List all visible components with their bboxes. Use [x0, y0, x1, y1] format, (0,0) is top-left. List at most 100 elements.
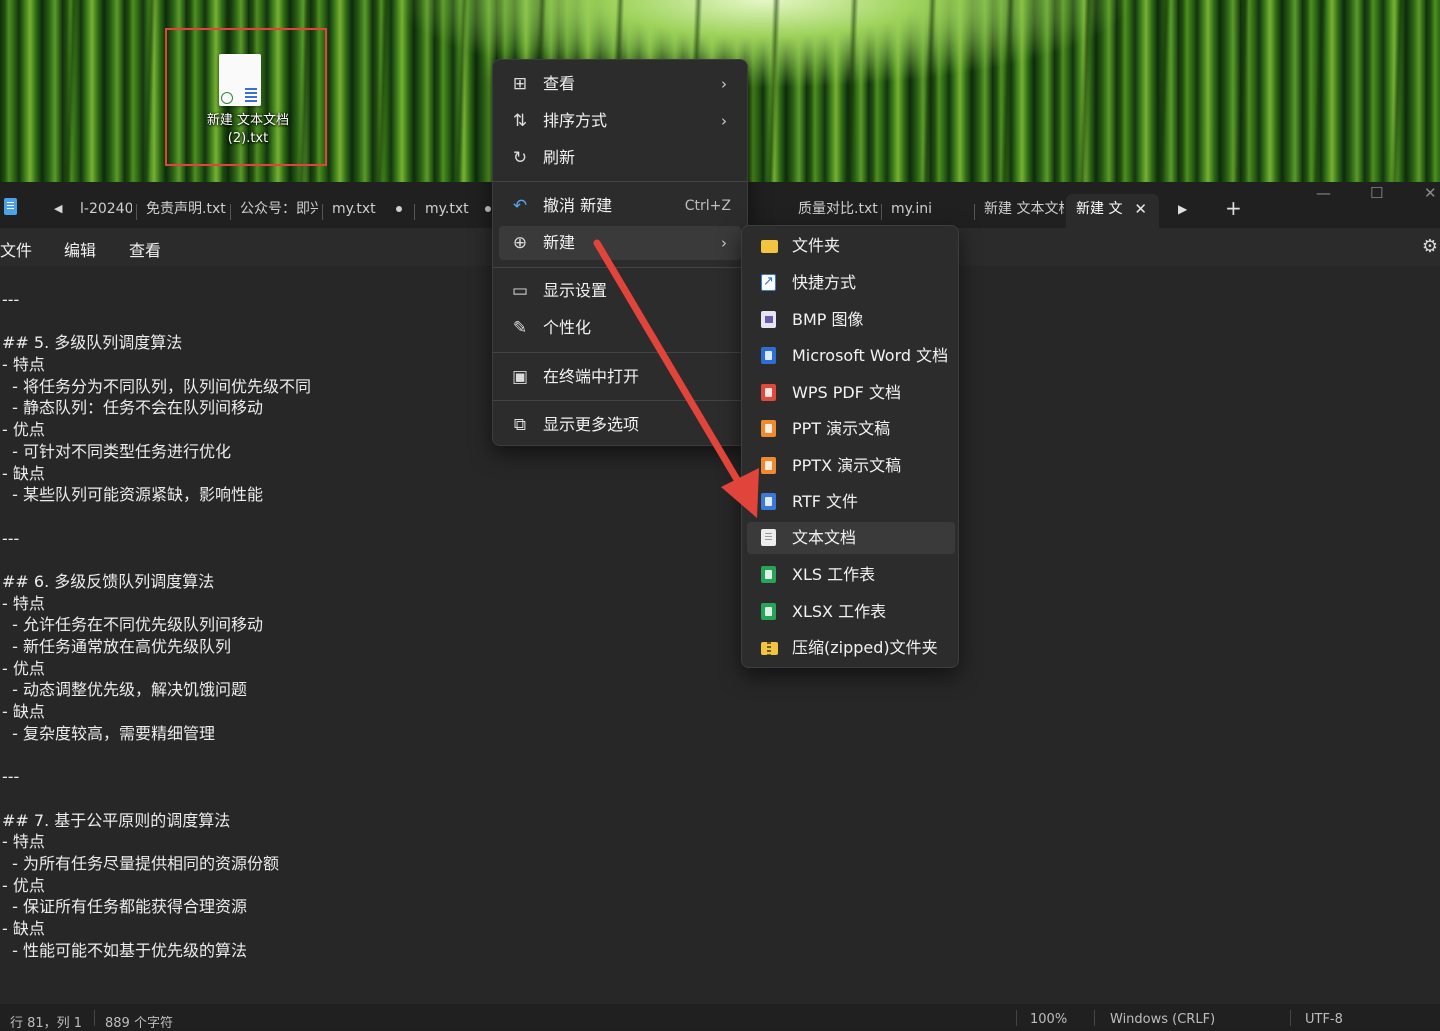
desktop-file-highlight[interactable]: 新建 文本文档 (2).txt [165, 28, 327, 166]
desktop-file-label: 新建 文本文档 (2).txt [206, 113, 290, 146]
tab[interactable]: 新建 文本文档 [984, 194, 1064, 228]
text-file-icon [219, 54, 261, 106]
submenu-item-label: 快捷方式 [792, 273, 857, 292]
menu-divider [493, 352, 747, 353]
notepad-lines-icon [245, 88, 257, 102]
add-tab-button[interactable]: + [1225, 196, 1242, 220]
editor-line: - 特点 [2, 832, 45, 852]
tab-scroll-right-icon[interactable]: ▶ [1178, 202, 1187, 216]
editor-line: - 动态调整优先级，解决饥饿问题 [2, 680, 248, 700]
maximize-button[interactable]: ☐ [1370, 184, 1383, 202]
submenu-item-label: BMP 图像 [792, 310, 864, 329]
new-ppt-item[interactable]: PPT 演示文稿 [747, 413, 955, 445]
tab-divider [322, 204, 323, 220]
shortcut-icon [761, 266, 776, 298]
menu-item-display-settings[interactable]: ▭ 显示设置 [499, 274, 741, 308]
editor-line: ## 7. 基于公平原则的调度算法 [2, 810, 231, 830]
editor-line: - 新任务通常放在高优先级队列 [2, 637, 232, 656]
unsaved-dot-icon [395, 206, 402, 212]
tab[interactable]: l-20240 [80, 194, 132, 228]
menu-item-refresh[interactable]: ↻ 刷新 [499, 141, 741, 175]
new-xls-item[interactable]: XLS 工作表 [747, 559, 955, 591]
close-button[interactable]: ✕ [1424, 184, 1437, 202]
editor-line: - 允许任务在不同优先级队列间移动 [2, 615, 264, 635]
menu-view[interactable]: 查看 [129, 237, 161, 261]
tab[interactable]: 公众号：即兴 [240, 194, 318, 228]
tab-divider [974, 204, 975, 220]
new-word-item[interactable]: Microsoft Word 文档 [747, 340, 955, 372]
new-submenu: 文件夹 快捷方式 BMP 图像 Microsoft Word 文档 WPS PD… [741, 225, 959, 668]
editor-line: - 特点 [2, 593, 45, 613]
editor-line: - 某些队列可能资源紧缺，影响性能 [2, 485, 264, 505]
editor-line: - 静态队列：任务不会在队列间移动 [2, 398, 264, 418]
zip-folder-icon [761, 642, 778, 655]
new-xlsx-item[interactable]: XLSX 工作表 [747, 596, 955, 628]
tab-scroll-left-icon[interactable]: ◀ [54, 202, 62, 215]
menu-file[interactable]: 文件 [0, 237, 32, 261]
new-folder-item[interactable]: 文件夹 [747, 230, 955, 262]
menu-item-label: 刷新 [543, 148, 576, 167]
editor-line: - 缺点 [2, 463, 45, 483]
folder-icon [761, 240, 778, 253]
editor-line: ## 6. 多级反馈队列调度算法 [2, 571, 215, 591]
tab-modified[interactable]: my.txt [332, 194, 412, 228]
new-rtf-item[interactable]: RTF 文件 [747, 486, 955, 518]
menu-edit[interactable]: 编辑 [64, 237, 96, 261]
notepad-app-icon [4, 198, 17, 215]
menu-item-view[interactable]: ⊞ 查看 › [499, 67, 741, 101]
grid-view-icon: ⊞ [512, 74, 528, 94]
tab-active[interactable]: 新建 文 ✕ [1066, 194, 1159, 228]
tab-divider [414, 204, 415, 220]
settings-gear-icon[interactable]: ⚙ [1422, 236, 1438, 257]
editor-line: - 缺点 [2, 918, 45, 938]
new-zip-folder-item[interactable]: 压缩(zipped)文件夹 [747, 632, 955, 664]
tab[interactable]: 质量对比.txt [798, 194, 878, 228]
rtf-icon [761, 493, 776, 510]
status-bar: 行 81，列 1 889 个字符 100% Windows (CRLF) UTF… [0, 1004, 1440, 1031]
menu-divider [493, 400, 747, 401]
editor-line: - 性能可能不如基于优先级的算法 [2, 940, 248, 960]
status-divider [94, 1010, 95, 1026]
editor-line: - 复杂度较高，需要精细管理 [2, 723, 216, 743]
unsaved-dot-icon [484, 206, 491, 212]
editor-line: ## 5. 多级队列调度算法 [2, 333, 183, 353]
tab-divider [881, 204, 882, 220]
status-divider [1016, 1010, 1017, 1026]
menu-item-sort[interactable]: ⇅ 排序方式 › [499, 104, 741, 138]
editor-line: - 特点 [2, 355, 45, 375]
tab-label: my.txt [332, 201, 376, 217]
minimize-button[interactable]: — [1316, 184, 1331, 202]
pdf-icon [761, 384, 776, 401]
menu-item-personalize[interactable]: ✎ 个性化 [499, 311, 741, 345]
tab[interactable]: my.ini [891, 194, 951, 228]
submenu-item-label: 压缩(zipped)文件夹 [792, 638, 938, 657]
undo-icon: ↶ [512, 196, 528, 216]
line-ending[interactable]: Windows (CRLF) [1110, 1012, 1215, 1027]
new-shortcut-item[interactable]: 快捷方式 [747, 266, 955, 299]
encoding[interactable]: UTF-8 [1305, 1012, 1343, 1027]
new-pptx-item[interactable]: PPTX 演示文稿 [747, 450, 955, 482]
xls-icon [761, 566, 776, 583]
close-tab-icon[interactable]: ✕ [1134, 194, 1147, 224]
menu-item-label: 撤消 新建 [543, 196, 613, 215]
tab-divider [136, 204, 137, 220]
tab-modified[interactable]: my.txt [425, 194, 495, 228]
char-count: 889 个字符 [105, 1016, 173, 1031]
brush-icon: ✎ [512, 318, 528, 338]
new-text-document-item[interactable]: 文本文档 [747, 522, 955, 554]
new-bmp-item[interactable]: BMP 图像 [747, 304, 955, 336]
menu-item-new[interactable]: ⊕ 新建 › [499, 226, 741, 260]
menu-item-label: 显示设置 [543, 281, 608, 300]
editor-line: - 优点 [2, 875, 45, 895]
menu-item-undo-new[interactable]: ↶ 撤消 新建 Ctrl+Z [499, 189, 741, 223]
menu-item-open-terminal[interactable]: ▣ 在终端中打开 [499, 360, 741, 394]
undo-shortcut: Ctrl+Z [684, 198, 731, 214]
new-pdf-item[interactable]: WPS PDF 文档 [747, 377, 955, 409]
menu-item-more-options[interactable]: ⧉ 显示更多选项 [499, 408, 741, 442]
zoom-level[interactable]: 100% [1030, 1012, 1067, 1027]
tab[interactable]: 免责声明.txt [146, 194, 228, 228]
editor-line: - 为所有任务尽量提供相同的资源份额 [2, 853, 280, 873]
